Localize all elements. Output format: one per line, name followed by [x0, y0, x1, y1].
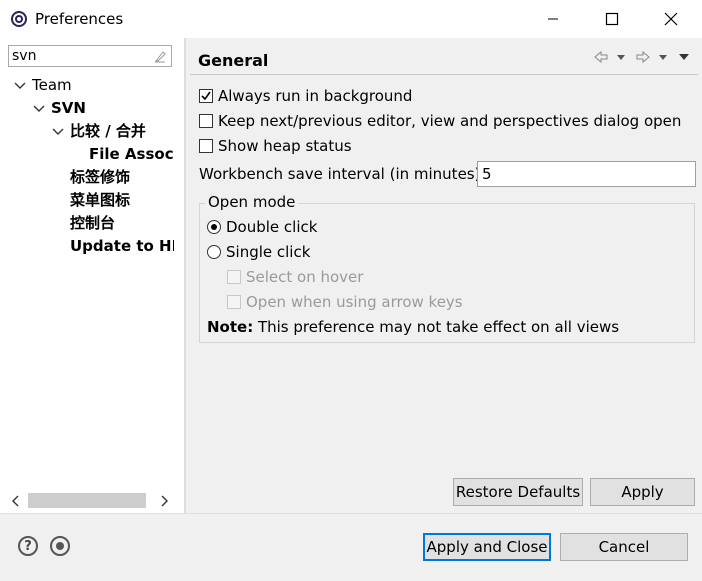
- tree-item-label: SVN: [51, 99, 86, 117]
- checkbox-label: Keep next/previous editor, view and pers…: [218, 112, 682, 130]
- tree-item-label: Team: [32, 76, 72, 94]
- keep-dialog-open-checkbox[interactable]: [199, 114, 213, 128]
- window-title: Preferences: [35, 10, 124, 28]
- single-click-radio[interactable]: [207, 245, 221, 259]
- tree-item-label: 比较 / 合并: [70, 122, 146, 140]
- record-icon[interactable]: [50, 536, 70, 556]
- view-menu-icon[interactable]: [678, 50, 690, 64]
- chevron-down-icon[interactable]: [13, 79, 27, 93]
- maximize-button[interactable]: [589, 4, 635, 34]
- tree-item-file-associations[interactable]: File Associa: [89, 143, 174, 165]
- tree-item-update-to-head[interactable]: Update to HEA: [70, 235, 174, 257]
- scroll-right-icon[interactable]: [158, 494, 170, 508]
- help-icon[interactable]: ?: [18, 536, 38, 556]
- chevron-down-icon[interactable]: [658, 50, 668, 64]
- double-click-radio[interactable]: [207, 220, 221, 234]
- header-separator: [190, 74, 698, 75]
- clear-filter-icon[interactable]: [153, 49, 167, 63]
- tree-item-compare-merge[interactable]: 比较 / 合并: [70, 120, 146, 142]
- eclipse-gear-icon: [9, 9, 29, 29]
- close-icon: [664, 12, 678, 26]
- tree-item-svn[interactable]: SVN: [51, 97, 86, 119]
- tree-item-label-decorations[interactable]: 标签修饰: [70, 166, 130, 188]
- tree-item-label: Update to HEA: [70, 237, 174, 255]
- select-on-hover-checkbox[interactable]: [227, 270, 241, 284]
- cancel-button[interactable]: Cancel: [560, 533, 688, 561]
- minimize-button[interactable]: [530, 4, 576, 34]
- note-label: Note:: [207, 318, 254, 336]
- save-interval-label: Workbench save interval (in minutes):: [199, 165, 486, 183]
- page-title: General: [198, 51, 269, 70]
- scrollbar-thumb[interactable]: [28, 493, 146, 508]
- forward-arrow-icon[interactable]: [635, 50, 651, 64]
- tree-item-label: 标签修饰: [70, 168, 131, 186]
- tree-item-team[interactable]: Team: [32, 74, 72, 96]
- checkmark-icon: [201, 91, 211, 101]
- chevron-down-icon[interactable]: [51, 125, 65, 139]
- preference-tree: Team SVN 比较 / 合并 File Associa 标签修饰 菜单图标 …: [0, 74, 174, 494]
- open-arrow-keys-checkbox[interactable]: [227, 295, 241, 309]
- chevron-down-icon[interactable]: [616, 50, 626, 64]
- apply-button[interactable]: Apply: [590, 478, 695, 506]
- apply-and-close-button[interactable]: Apply and Close: [423, 533, 551, 561]
- filter-input[interactable]: [9, 46, 152, 66]
- chevron-down-icon[interactable]: [32, 102, 46, 116]
- tree-item-label: File Associa: [89, 145, 174, 163]
- minimize-icon: [548, 18, 558, 20]
- maximize-icon: [605, 12, 619, 26]
- close-button[interactable]: [648, 4, 694, 34]
- save-interval-input[interactable]: [477, 161, 696, 187]
- tree-item-label: 菜单图标: [70, 191, 131, 209]
- note-body: This preference may not take effect on a…: [253, 318, 620, 336]
- tree-item-console[interactable]: 控制台: [70, 212, 115, 234]
- filter-field[interactable]: [8, 45, 172, 67]
- show-heap-status-checkbox[interactable]: [199, 139, 213, 153]
- tree-item-label: 控制台: [70, 214, 116, 232]
- tree-item-menu-icons[interactable]: 菜单图标: [70, 189, 130, 211]
- always-run-background-checkbox[interactable]: [199, 89, 213, 103]
- checkbox-label: Always run in background: [218, 87, 413, 105]
- radio-label: Double click: [226, 218, 318, 236]
- checkbox-label: Select on hover: [246, 268, 364, 286]
- note-text: Note: This preference may not take effec…: [207, 318, 619, 336]
- checkbox-label: Show heap status: [218, 137, 352, 155]
- checkbox-label: Open when using arrow keys: [246, 293, 463, 311]
- group-title: Open mode: [205, 193, 299, 211]
- back-arrow-icon[interactable]: [593, 50, 609, 64]
- radio-label: Single click: [226, 243, 311, 261]
- scroll-left-icon[interactable]: [10, 494, 22, 508]
- restore-defaults-button[interactable]: Restore Defaults: [453, 478, 583, 506]
